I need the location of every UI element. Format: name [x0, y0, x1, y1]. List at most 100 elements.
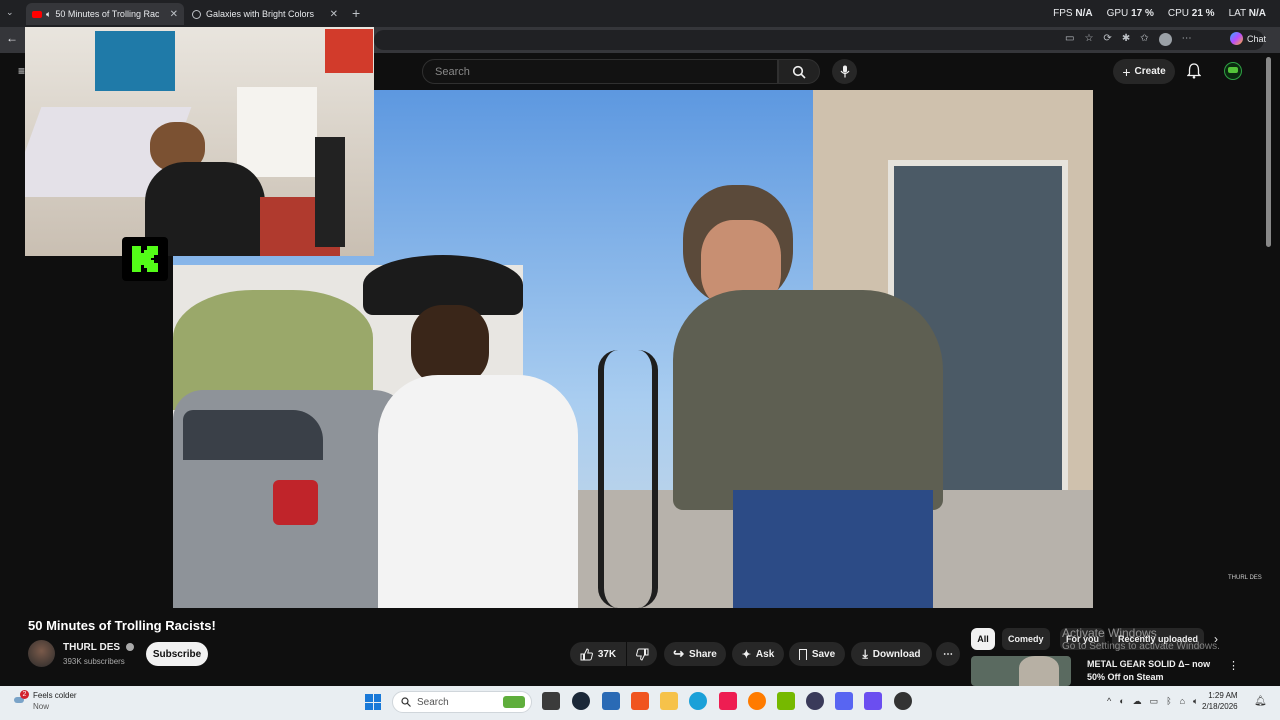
like-button[interactable]: 37K [570, 642, 626, 666]
extension-icon[interactable]: ✱ [1122, 33, 1130, 46]
clock-time: 1:29 AM [1208, 691, 1238, 700]
taskbar-search-input[interactable]: Search [392, 691, 532, 713]
video-person-right-shirt [673, 290, 943, 510]
activate-windows-subtitle: Go to Settings to activate Windows. [1062, 641, 1220, 652]
create-label: Create [1134, 66, 1166, 77]
firefox-icon[interactable] [748, 692, 766, 710]
reader-mode-icon[interactable]: ▭ [1065, 33, 1074, 46]
share-arrow-icon: ↪ [673, 646, 685, 661]
page-scrollbar[interactable] [1266, 57, 1271, 247]
star-icon[interactable]: ☆ [1084, 33, 1093, 46]
notepad-icon[interactable] [602, 692, 620, 710]
toolbar-icons: ▭ ☆ ⟳ ✱ ✩ ⋯ [1065, 33, 1192, 46]
download-button[interactable]: ⤓ Download [851, 642, 932, 666]
media-app-icon[interactable] [894, 692, 912, 710]
favorites-icon[interactable]: ✩ [1140, 33, 1148, 46]
save-button[interactable]: Save [789, 642, 845, 666]
brave-icon[interactable] [631, 692, 649, 710]
video-person-right-jeans [733, 490, 933, 608]
tab-youtube-video[interactable]: 🔈︎ 50 Minutes of Trolling Racists! ✕ [26, 3, 184, 25]
app-grid-icon[interactable] [864, 692, 882, 710]
edge-icon[interactable] [689, 692, 707, 710]
close-tab-icon[interactable]: ✕ [170, 9, 178, 20]
dislike-button[interactable] [627, 642, 657, 666]
weather-subtitle: Now [33, 702, 50, 711]
chat-label: Chat [1247, 33, 1267, 44]
voice-search-button[interactable] [832, 59, 857, 84]
hamburger-menu-icon[interactable]: ≡ [18, 64, 25, 78]
refresh-icon[interactable]: ⟳ [1103, 33, 1111, 46]
webcam-tshirt [237, 87, 317, 177]
lat-value: N/A [1248, 8, 1266, 19]
video-rope [598, 350, 658, 608]
file-explorer-icon[interactable] [660, 692, 678, 710]
weather-badge: 2 [20, 690, 29, 699]
lat-label: LAT [1228, 8, 1246, 19]
notifications-bell-icon[interactable] [1186, 63, 1202, 84]
gpu-value: 17 % [1131, 8, 1154, 19]
ask-label: Ask [755, 648, 775, 660]
search-input[interactable]: Search [422, 59, 778, 84]
recommendation-title[interactable]: METAL GEAR SOLID Δ– now 50% Off on Steam [1087, 658, 1210, 684]
more-actions-button[interactable]: ⋯ [936, 642, 960, 666]
recommendation-menu-icon[interactable]: ⋮ [1228, 659, 1239, 672]
webcam-poster-k [95, 31, 175, 91]
share-button[interactable]: ↪ Share [664, 642, 726, 666]
create-button[interactable]: + Create [1113, 59, 1175, 84]
weather-icon: 2 [14, 690, 29, 706]
ask-button[interactable]: ✦ Ask [732, 642, 784, 666]
speaker-icon[interactable]: 🔈︎ [46, 9, 51, 20]
display-icon[interactable]: ▭ [1150, 696, 1159, 707]
tray-app-icon[interactable]: ◐ [1119, 696, 1124, 707]
notification-bell-icon[interactable]: 🔔︎ [1254, 696, 1267, 707]
search-icon [792, 65, 806, 79]
close-tab-icon[interactable]: ✕ [330, 9, 338, 20]
streamer-webcam [25, 27, 374, 256]
chevron-up-icon[interactable]: ^ [1107, 696, 1111, 707]
recommendation-thumbnail[interactable] [971, 656, 1071, 686]
nvidia-icon[interactable] [777, 692, 795, 710]
system-tray: ^ ◐ ☁ ▭ ᛒ ⌂ 🔈︎ [1107, 696, 1198, 707]
copilot-icon [1230, 32, 1243, 45]
fps-value: N/A [1075, 8, 1093, 19]
network-icon[interactable]: ⌂ [1180, 696, 1185, 707]
account-avatar-logo [1228, 67, 1238, 73]
steam-icon[interactable] [572, 692, 590, 710]
video-title: 50 Minutes of Trolling Racists! [28, 618, 216, 633]
video-person-left-head [411, 305, 489, 385]
search-highlight-icon [503, 696, 525, 708]
tiktok-icon[interactable] [719, 692, 737, 710]
new-tab-button[interactable]: + [352, 5, 360, 21]
profile-avatar-icon[interactable] [1158, 33, 1172, 46]
discord-icon[interactable] [835, 692, 853, 710]
subscribe-button[interactable]: Subscribe [146, 642, 208, 666]
bluetooth-icon[interactable]: ᛒ [1166, 696, 1171, 707]
obs-icon[interactable] [806, 692, 824, 710]
channel-name[interactable]: THURL DES [63, 642, 134, 653]
thumbs-up-icon [580, 647, 593, 660]
tab-galaxies[interactable]: Galaxies with Bright Colors ✕ [186, 3, 344, 25]
taskbar-search-icon [401, 697, 411, 707]
account-avatar[interactable] [1224, 62, 1242, 80]
chip-comedy[interactable]: Comedy [1002, 628, 1050, 650]
task-view-icon[interactable] [542, 692, 560, 710]
weather-title: Feels colder [33, 691, 77, 700]
kick-k-icon [132, 246, 158, 272]
back-arrow-icon[interactable]: ← [6, 31, 18, 45]
subscriber-count: 393K subscribers [63, 657, 125, 666]
channel-avatar[interactable] [28, 640, 55, 667]
volume-icon[interactable]: 🔈︎ [1193, 696, 1198, 707]
more-menu-icon[interactable]: ⋯ [1182, 33, 1192, 46]
tab-list-dropdown-icon[interactable]: ⌄ [6, 7, 14, 18]
search-button[interactable] [778, 59, 820, 84]
cpu-value: 21 % [1191, 8, 1215, 19]
copilot-chat-button[interactable]: Chat [1230, 32, 1266, 45]
weather-widget[interactable]: 2 Feels colder Now [14, 690, 77, 712]
onedrive-icon[interactable]: ☁ [1133, 696, 1142, 707]
chip-all[interactable]: All [971, 628, 995, 650]
sparkle-icon: ✦ [741, 648, 751, 661]
windows-start-icon[interactable] [365, 694, 381, 710]
save-label: Save [811, 648, 836, 660]
fps-label: FPS [1053, 8, 1073, 19]
taskbar-clock[interactable]: 1:29 AM 2/18/2026 [1202, 690, 1238, 712]
